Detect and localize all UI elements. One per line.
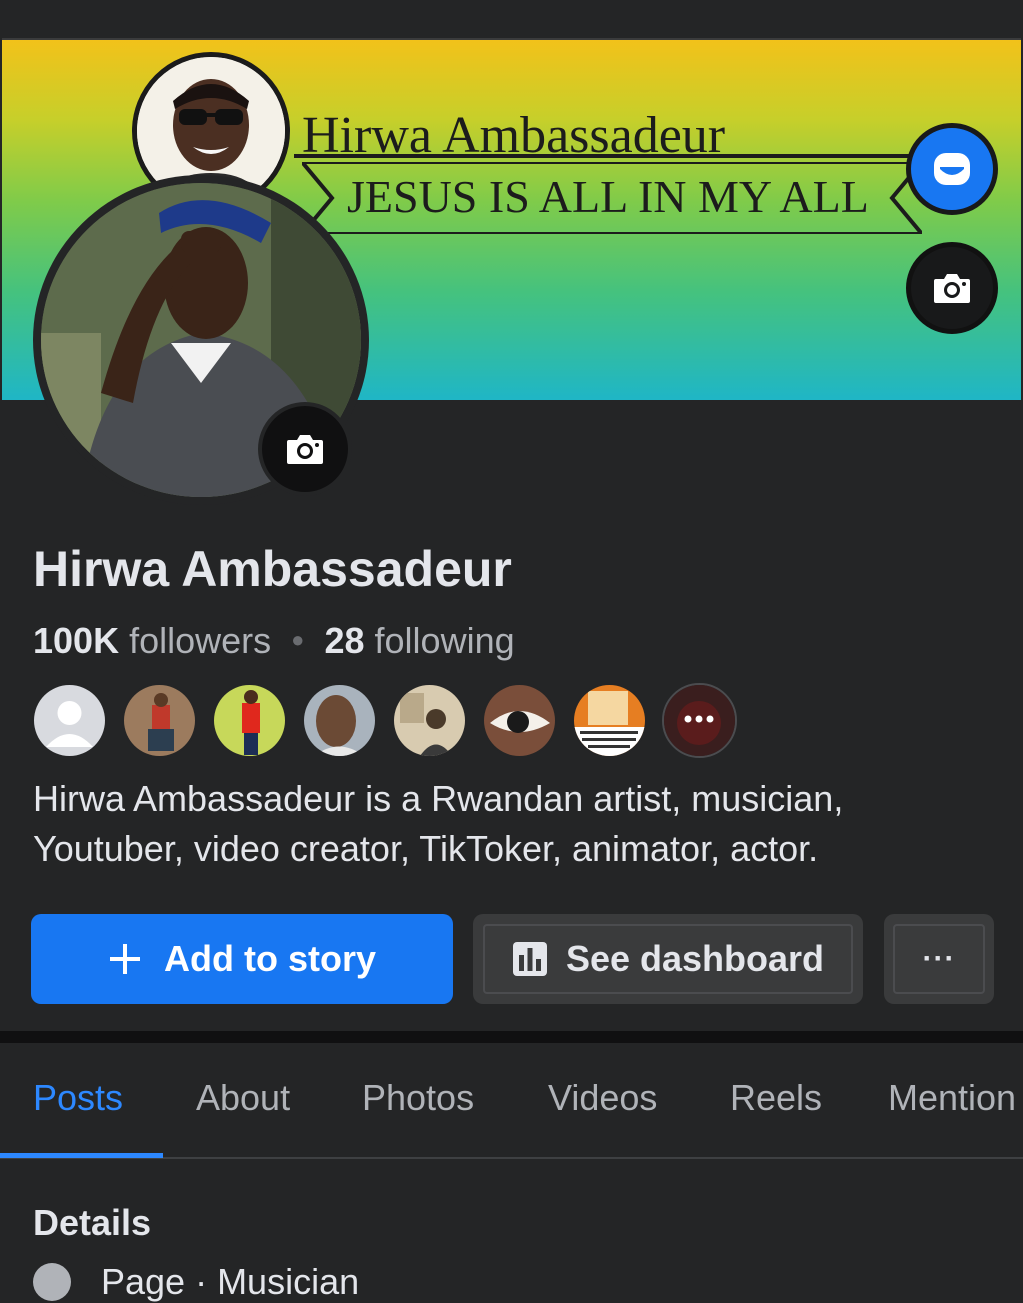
camera-icon	[287, 435, 323, 464]
follower-avatar[interactable]	[482, 683, 557, 758]
details-heading: Details	[33, 1202, 152, 1243]
profile-bio: Hirwa Ambassadeur is a Rwandan artist, m…	[33, 778, 844, 869]
section-divider	[0, 1031, 1023, 1043]
follower-avatars	[32, 683, 737, 759]
profile-name: Hirwa Ambassadeur	[33, 541, 512, 597]
follower-avatar[interactable]	[572, 683, 647, 758]
more-icon: ···	[922, 942, 956, 975]
detail-item-label: Page · Musician	[101, 1261, 360, 1302]
follower-avatar[interactable]	[32, 683, 107, 758]
plus-icon	[110, 944, 140, 974]
cover-ribbon-text: JESUS IS ALL IN MY ALL	[347, 171, 869, 222]
follower-avatar[interactable]	[392, 683, 467, 758]
more-followers-button[interactable]	[662, 683, 737, 758]
add-to-story-label: Add to story	[164, 938, 376, 979]
avatar-maker-button[interactable]	[906, 123, 998, 215]
bar-chart-icon	[512, 942, 547, 976]
follower-avatar[interactable]	[302, 683, 377, 758]
camera-icon	[934, 274, 970, 303]
tab-reels[interactable]: Reels	[730, 1077, 822, 1119]
edit-profile-picture-button[interactable]	[258, 402, 352, 496]
edit-cover-button[interactable]	[906, 242, 998, 334]
follower-avatar[interactable]	[122, 683, 197, 758]
tab-mentions[interactable]: Mention	[888, 1077, 1016, 1119]
tab-photos[interactable]: Photos	[362, 1077, 474, 1119]
see-dashboard-button[interactable]: See dashboard	[473, 914, 863, 1004]
follow-counts: 100K followers ● 28 following	[33, 620, 515, 662]
top-bar	[0, 0, 1023, 38]
profile-tabs: Posts About Photos Videos Reels Mention	[0, 1043, 1023, 1159]
tab-posts[interactable]: Posts	[33, 1077, 123, 1119]
info-icon	[33, 1263, 71, 1301]
followers-label[interactable]: followers	[129, 620, 271, 661]
following-label[interactable]: following	[375, 620, 515, 661]
active-tab-indicator	[0, 1153, 163, 1158]
see-dashboard-label: See dashboard	[565, 938, 825, 979]
add-to-story-button[interactable]: Add to story	[31, 914, 453, 1004]
tab-videos[interactable]: Videos	[548, 1077, 657, 1119]
message-face-icon	[934, 153, 970, 185]
detail-item: Page · Musician	[33, 1261, 360, 1302]
tab-about[interactable]: About	[196, 1077, 290, 1119]
followers-count[interactable]: 100K	[33, 620, 119, 661]
more-options-button[interactable]: ···	[884, 914, 994, 1004]
following-count[interactable]: 28	[324, 620, 364, 661]
separator-dot: ●	[291, 627, 305, 652]
cover-title: Hirwa Ambassadeur	[302, 107, 726, 164]
follower-avatar[interactable]	[212, 683, 287, 758]
